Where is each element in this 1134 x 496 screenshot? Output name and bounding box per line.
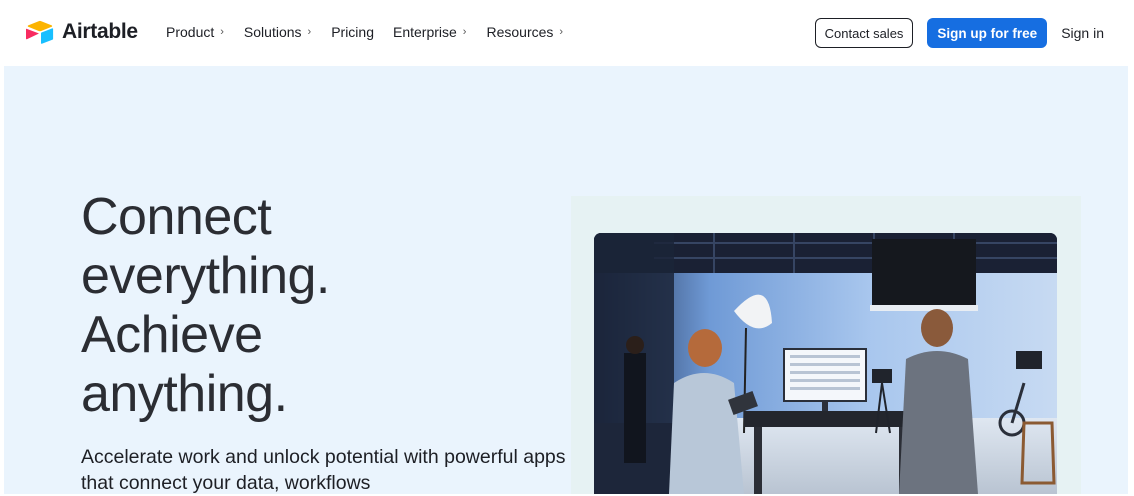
- hero-title-line: anything.: [81, 365, 288, 423]
- hero-title-line: Connect: [81, 188, 272, 246]
- nav-item-label: Solutions: [243, 24, 302, 40]
- chevron-right-icon: ›: [220, 26, 224, 38]
- hero-title: Connect everything. Achieve anything.: [81, 188, 501, 424]
- airtable-logo[interactable]: Airtable: [26, 20, 138, 44]
- nav-item-resources[interactable]: Resources ›: [486, 24, 563, 40]
- nav-item-label: Pricing: [331, 24, 374, 40]
- airtable-logo-icon: [26, 20, 54, 44]
- nav-item-enterprise[interactable]: Enterprise ›: [393, 24, 466, 40]
- chevron-right-icon: ›: [559, 26, 564, 38]
- main-nav: Product › Solutions › Pricing Enterprise…: [166, 24, 583, 40]
- nav-item-solutions[interactable]: Solutions ›: [244, 24, 311, 40]
- logo-wordmark: Airtable: [62, 20, 138, 43]
- hero-title-line: everything.: [81, 247, 330, 305]
- hero-section: Connect everything. Achieve anything. Ac…: [4, 66, 1128, 494]
- nav-item-label: Resources: [486, 24, 554, 40]
- nav-item-label: Product: [166, 24, 215, 40]
- hero-title-line: Achieve: [81, 306, 263, 364]
- studio-photo-illustration: [594, 233, 1057, 494]
- chevron-right-icon: ›: [462, 26, 467, 38]
- nav-item-label: Enterprise: [392, 24, 457, 40]
- header-actions: Contact sales Sign up for free Sign in: [814, 18, 1104, 48]
- site-header: Airtable Product › Solutions › Pricing E…: [0, 0, 1134, 66]
- contact-sales-button[interactable]: Contact sales: [814, 18, 914, 48]
- hero-subtitle: Accelerate work and unlock potential wit…: [81, 446, 566, 494]
- hero-photo: [594, 233, 1057, 494]
- chevron-right-icon: ›: [307, 26, 312, 38]
- nav-item-pricing[interactable]: Pricing: [331, 24, 374, 40]
- sign-up-button[interactable]: Sign up for free: [927, 18, 1048, 48]
- sign-in-link[interactable]: Sign in: [1061, 25, 1104, 41]
- nav-item-product[interactable]: Product ›: [166, 24, 224, 40]
